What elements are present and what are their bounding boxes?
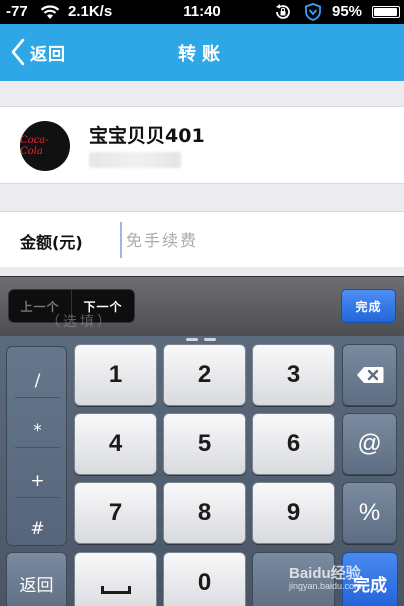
keyboard-done-button[interactable]: 完成 [342, 552, 398, 606]
key-0[interactable]: 0 [163, 552, 246, 606]
backspace-icon [356, 367, 383, 383]
battery-icon [372, 6, 400, 18]
key-slash[interactable]: / [7, 371, 68, 391]
keyboard-handle[interactable] [186, 338, 216, 341]
keyboard-toolbar: 上一个 下一个 （选填） 完成 [0, 276, 404, 336]
amount-input[interactable] [120, 222, 390, 258]
avatar: Coca-Cola [20, 121, 70, 171]
recipient-row: Coca-Cola 宝宝贝贝401 [0, 106, 404, 184]
key-7[interactable]: 7 [74, 482, 157, 544]
key-3[interactable]: 3 [252, 344, 335, 406]
status-bar: -77 2.1K/s 11:40 95% [0, 0, 404, 24]
recipient-name: 宝宝贝贝401 [89, 125, 205, 147]
key-5[interactable]: 5 [163, 413, 246, 475]
space-key[interactable] [74, 552, 157, 606]
toolbar-done-button[interactable]: 完成 [341, 289, 396, 323]
key-percent[interactable]: % [342, 482, 397, 544]
obscured-field-text: （选填） [46, 314, 114, 330]
battery-level [374, 8, 397, 16]
symbol-column: / * + # [6, 346, 67, 546]
blank-key [252, 552, 335, 606]
return-key[interactable]: 返回 [6, 552, 67, 606]
battery-percent: 95% [332, 3, 363, 20]
key-asterisk[interactable]: * [7, 421, 68, 441]
key-4[interactable]: 4 [74, 413, 157, 475]
backspace-key[interactable] [342, 344, 397, 406]
key-at[interactable]: @ [342, 413, 397, 475]
shield-icon [305, 3, 321, 21]
key-6[interactable]: 6 [252, 413, 335, 475]
key-hash[interactable]: # [7, 519, 68, 539]
amount-row: 金额(元) [0, 211, 404, 267]
key-2[interactable]: 2 [163, 344, 246, 406]
amount-label: 金额(元) [20, 233, 83, 252]
space-icon [100, 586, 131, 594]
page-title: 转账 [178, 44, 226, 65]
nav-bar: 返回 转账 [0, 24, 404, 81]
key-plus[interactable]: + [7, 471, 68, 491]
key-9[interactable]: 9 [252, 482, 335, 544]
recipient-account-blurred [89, 152, 181, 168]
rotation-lock-icon [276, 4, 290, 19]
key-1[interactable]: 1 [74, 344, 157, 406]
key-8[interactable]: 8 [163, 482, 246, 544]
numeric-keyboard: / * + # 1 2 3 4 5 6 @ 7 8 9 % 返回 0 完成 [0, 336, 404, 606]
